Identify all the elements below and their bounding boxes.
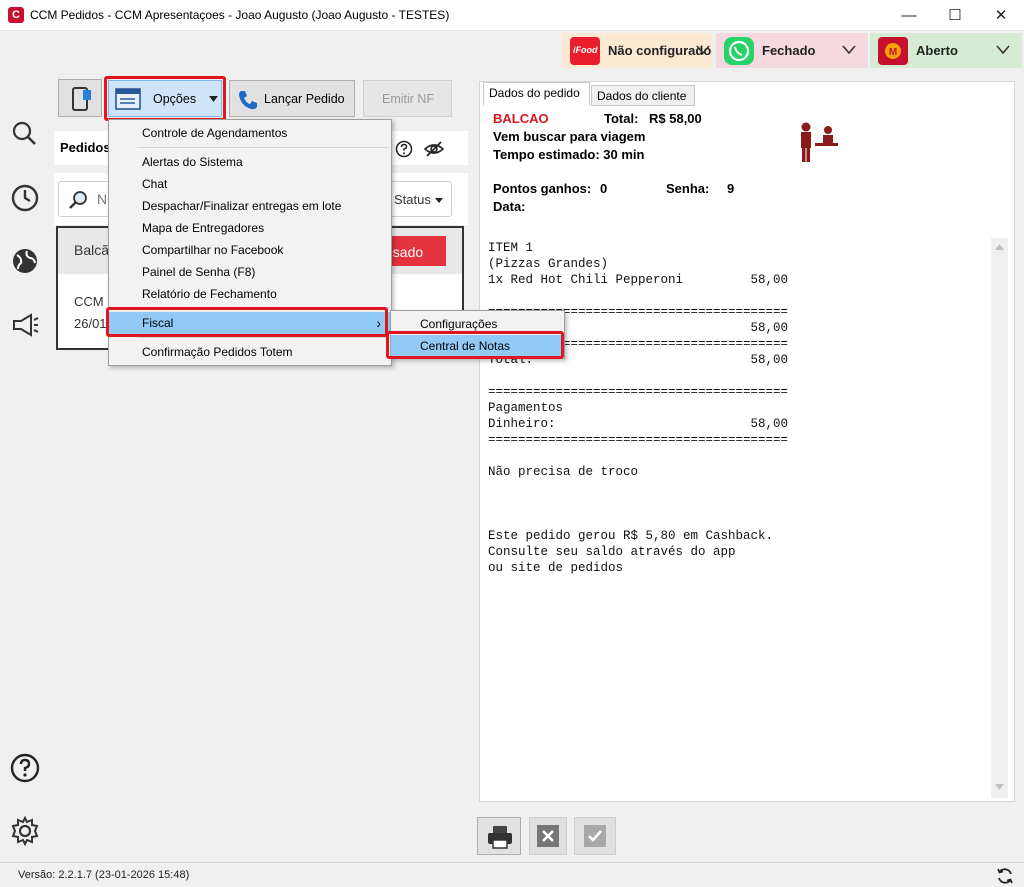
whatsapp-logo-icon (724, 37, 754, 65)
version-label: Versão: 2.2.1.7 (23-01-2026 15:48) (18, 869, 190, 881)
title-bar: C CCM Pedidos - CCM Apresentaçoes - Joao… (0, 0, 1024, 31)
maximize-button[interactable]: ☐ (932, 0, 978, 31)
check-square-icon (584, 825, 606, 847)
central-notas-highlight (386, 331, 564, 359)
minimize-button[interactable]: — (886, 0, 932, 31)
total-label: Total: (604, 111, 639, 126)
confirm-order-button[interactable] (574, 817, 616, 855)
mobile-button[interactable] (58, 79, 102, 117)
help-icon[interactable] (9, 752, 41, 784)
pickup-line: Vem buscar para viagem (493, 129, 646, 144)
tab-dados-pedido-label: Dados do pedido (489, 86, 580, 100)
mobile-device-icon (72, 87, 91, 111)
whatsapp-status-card[interactable]: Fechado (716, 33, 868, 68)
chevron-down-icon (696, 45, 710, 55)
data-label: Data: (493, 199, 526, 214)
status-filter-label: Status (394, 192, 431, 207)
print-button[interactable] (477, 817, 521, 855)
printer-icon (488, 826, 512, 849)
points-value: 0 (600, 181, 608, 196)
ccm-logo-icon: M (878, 37, 908, 65)
senha-label: Senha: (666, 181, 710, 196)
menu-separator (137, 147, 389, 148)
emitir-nf-label: Emitir NF (382, 92, 435, 106)
close-button[interactable]: ✕ (978, 0, 1024, 31)
order-type: BALCAO (493, 111, 549, 126)
receipt-scrollbar[interactable] (991, 238, 1008, 798)
menu-separator (137, 337, 389, 338)
search-icon[interactable] (9, 118, 41, 150)
menu-item-relatorio-fechamento[interactable]: Relatório de Fechamento (109, 283, 391, 305)
menu-item-painel-senha[interactable]: Painel de Senha (F8) (109, 261, 391, 283)
app-logo-icon: C (8, 7, 24, 23)
eye-off-icon[interactable] (424, 140, 444, 158)
globe-icon[interactable] (9, 245, 41, 277)
settings-gear-icon[interactable] (9, 815, 41, 847)
tab-dados-cliente-label: Dados do cliente (597, 89, 687, 103)
close-square-icon (537, 825, 559, 847)
ifood-status-card[interactable]: iFood Não configurado (562, 33, 712, 68)
senha-value: 9 (727, 181, 735, 196)
points-label: Pontos ganhos: (493, 181, 592, 196)
menu-item-chat[interactable]: Chat (109, 173, 391, 195)
chevron-down-icon (842, 45, 856, 55)
total-value: R$ 58,00 (649, 111, 702, 126)
whatsapp-status-label: Fechado (762, 43, 816, 58)
cancel-order-button[interactable] (529, 817, 567, 855)
orders-header-title: Pedidos (60, 140, 111, 155)
svg-text:M: M (889, 47, 897, 58)
tab-dados-pedido[interactable]: Dados do pedido (483, 82, 590, 106)
phone-icon (239, 91, 257, 110)
caret-down-icon (435, 198, 443, 203)
menu-item-alertas[interactable]: Alertas do Sistema (109, 151, 391, 173)
ccm-status-label: Aberto (916, 43, 958, 58)
orders-search-placeholder: N (97, 191, 108, 207)
lancar-pedido-label: Lançar Pedido (264, 92, 345, 106)
help-circle-icon[interactable] (395, 140, 413, 158)
tab-dados-cliente[interactable]: Dados do cliente (591, 85, 695, 106)
receipt-text: ITEM 1 (Pizzas Grandes) 1x Red Hot Chili… (488, 241, 789, 575)
magnifier-icon (69, 191, 87, 209)
menu-item-despachar[interactable]: Despachar/Finalizar entregas em lote (109, 195, 391, 217)
scroll-up-icon[interactable] (995, 244, 1004, 250)
estimated-time: Tempo estimado: 30 min (493, 147, 645, 162)
menu-item-mapa-entregadores[interactable]: Mapa de Entregadores (109, 217, 391, 239)
menu-item-confirmacao-totem[interactable]: Confirmação Pedidos Totem (109, 341, 391, 363)
order-card-title: Balcã (74, 242, 110, 258)
clock-icon[interactable] (9, 182, 41, 214)
lancar-pedido-button[interactable]: Lançar Pedido (229, 80, 355, 117)
scroll-down-icon[interactable] (995, 784, 1004, 790)
opcoes-highlight (104, 76, 226, 121)
megaphone-icon[interactable] (9, 309, 41, 341)
counter-service-icon (801, 122, 838, 162)
status-bar: Versão: 2.2.1.7 (23-01-2026 15:48) (0, 862, 1024, 887)
fiscal-highlight (106, 307, 388, 337)
order-card-line1: CCM (74, 294, 104, 309)
ccm-status-card[interactable]: M Aberto (870, 33, 1022, 68)
status-filter-dropdown[interactable]: Status (388, 181, 452, 217)
emitir-nf-button[interactable]: Emitir NF (363, 80, 452, 117)
order-card-line2: 26/01 (74, 316, 107, 331)
menu-item-compartilhar-facebook[interactable]: Compartilhar no Facebook (109, 239, 391, 261)
refresh-icon[interactable] (996, 867, 1014, 885)
window-title: CCM Pedidos - CCM Apresentaçoes - Joao A… (30, 8, 450, 22)
menu-item-controle-agendamentos[interactable]: Controle de Agendamentos (109, 122, 391, 144)
ifood-logo-icon: iFood (570, 37, 600, 65)
chevron-down-icon (996, 45, 1010, 55)
